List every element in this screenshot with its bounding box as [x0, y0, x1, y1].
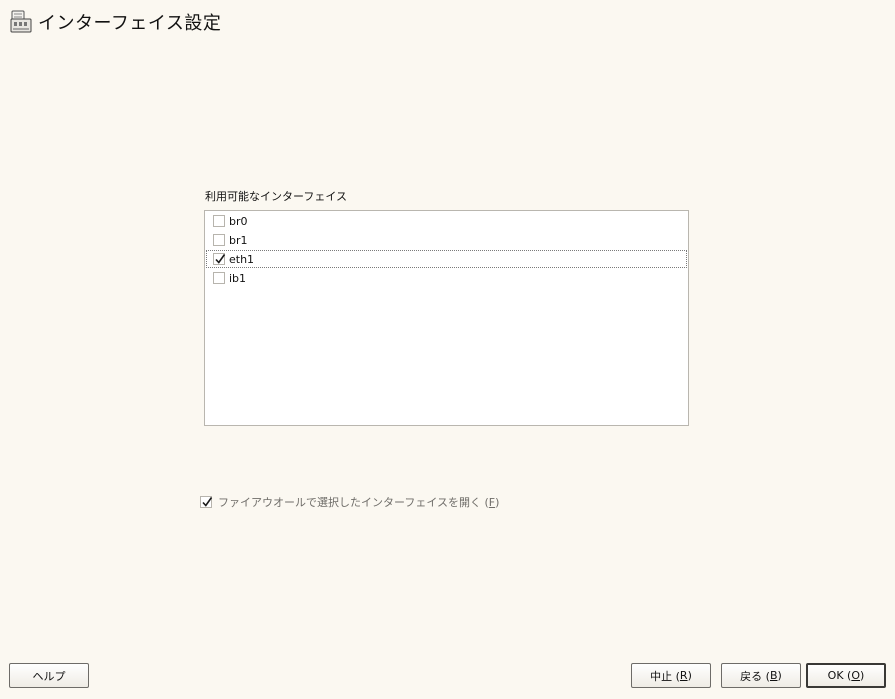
interface-checkbox-br0[interactable] [213, 215, 225, 227]
open-firewall-option[interactable]: ファイアウオールで選択したインターフェイスを開く (F) [200, 494, 499, 510]
ok-button[interactable]: OK (O) [806, 663, 886, 688]
help-button[interactable]: ヘルプ [9, 663, 89, 688]
open-firewall-label: ファイアウオールで選択したインターフェイスを開く (F) [218, 496, 500, 509]
checkmark-icon [202, 497, 213, 507]
title-bar: インターフェイス設定 [10, 9, 221, 35]
interface-item-br0[interactable]: br0 [206, 212, 687, 230]
interface-item-br1[interactable]: br1 [206, 231, 687, 249]
checkmark-icon [215, 254, 226, 264]
interface-checkbox-eth1[interactable] [213, 253, 226, 265]
interface-item-eth1[interactable]: eth1 [206, 250, 687, 268]
open-firewall-checkbox[interactable] [200, 496, 213, 508]
available-interfaces-label: 利用可能なインターフェイス [205, 190, 348, 203]
interface-label: ib1 [229, 271, 247, 285]
interface-item-ib1[interactable]: ib1 [206, 269, 687, 287]
network-card-icon [10, 10, 32, 33]
interface-checkbox-br1[interactable] [213, 234, 225, 246]
back-button[interactable]: 戻る (B) [721, 663, 801, 688]
interface-label: eth1 [229, 252, 255, 266]
interface-checkbox-ib1[interactable] [213, 272, 225, 284]
interface-label: br1 [229, 233, 248, 247]
abort-button[interactable]: 中止 (R) [631, 663, 711, 688]
interface-list[interactable]: br0 br1 eth1 ib1 [204, 210, 689, 426]
interface-label: br0 [229, 214, 248, 228]
page-title: インターフェイス設定 [38, 13, 222, 34]
